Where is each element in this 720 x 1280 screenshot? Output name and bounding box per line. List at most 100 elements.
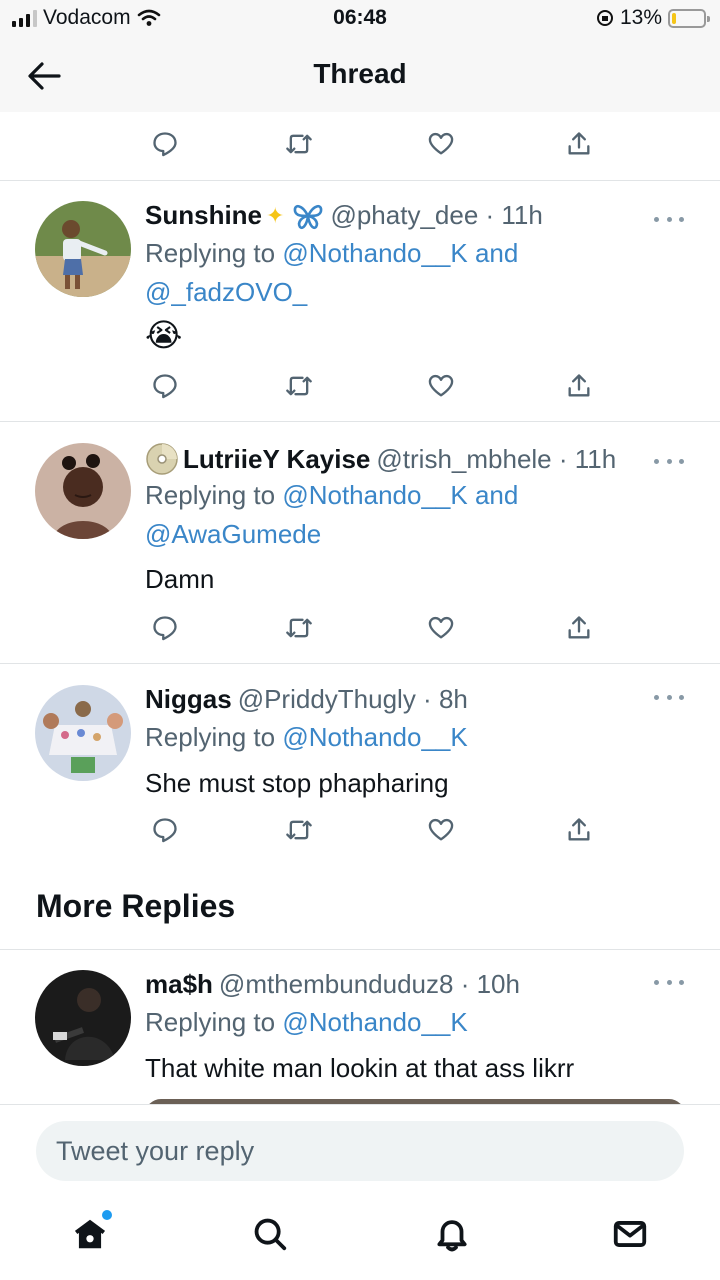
header: Thread [0,40,720,112]
share-icon [568,616,590,639]
retweet-button[interactable] [279,810,319,850]
reply-icon [153,818,177,843]
share-button[interactable] [559,124,599,164]
share-button[interactable] [559,608,599,648]
avatar[interactable] [35,201,131,297]
timestamp: 10h [476,969,520,999]
battery-icon [668,8,710,28]
tweet-actions [145,810,595,850]
tab-home[interactable] [66,1210,114,1258]
notification-dot [102,1210,112,1220]
mention-link[interactable]: @AwaGumede [145,519,321,549]
tab-notifications[interactable] [428,1210,476,1258]
divider [0,180,720,181]
divider [0,421,720,422]
avatar[interactable] [35,970,131,1066]
heart-icon [428,616,454,639]
reply-input[interactable] [36,1121,684,1181]
mention-link[interactable]: @Nothando__K and [282,480,518,510]
timestamp: 11h [574,443,617,474]
retweet-icon [286,376,312,396]
retweet-button[interactable] [279,366,319,406]
reply-icon [153,616,177,641]
display-name[interactable]: Niggas [145,684,232,715]
reply-tweet[interactable]: LutriieY Kayise @trish_mbhele · 11h Repl… [0,442,720,662]
retweet-button[interactable] [279,608,319,648]
more-replies-heading: More Replies [36,888,236,924]
share-button[interactable] [559,810,599,850]
share-icon [568,818,590,841]
search-icon [254,1218,287,1251]
tweet-text: Damn [145,564,215,594]
mention-link[interactable]: @_fadzOVO_ [145,277,307,307]
tweet-actions [145,608,595,648]
reply-button[interactable] [145,608,185,648]
handle: @phaty_dee [330,200,479,230]
timestamp: 8h [438,684,468,714]
handle: @mthembunduduz8 [218,969,454,999]
reply-tweet[interactable]: Sunshine ✦ @phaty_dee · 11h Replying to … [0,200,720,420]
avatar[interactable] [35,685,131,781]
sparkles-icon: ✦ [266,202,285,228]
display-name[interactable]: Sunshine [145,200,262,231]
more-options-button[interactable] [654,972,684,992]
display-name[interactable]: LutriieY Kayise [183,444,370,475]
battery-percent: 13% [619,6,662,29]
replying-to-label: Replying to [145,480,276,510]
reply-button[interactable] [145,366,185,406]
heart-icon [428,132,454,155]
replying-to-label: Replying to [145,1007,276,1037]
page-title: Thread [313,58,407,89]
reply-icon [153,132,177,157]
replying-to-label: Replying to [145,722,276,752]
heart-icon [428,818,454,841]
status-bar: Vodacom 06:48 13% [0,0,720,40]
share-icon [568,132,590,155]
share-icon [568,374,590,397]
reply-button[interactable] [145,810,185,850]
reply-icon [153,374,177,399]
handle: @PriddyThugly [237,684,416,714]
retweet-icon [286,134,312,154]
timestamp: 11h [501,200,543,230]
disc-icon [146,443,178,475]
reply-tweet[interactable]: Niggas @PriddyThugly · 8h Replying to @N… [0,684,720,854]
reply-composer [0,1104,720,1196]
tweet-actions [145,366,595,406]
retweet-icon [286,618,312,638]
like-button[interactable] [421,124,461,164]
butterfly-icon [294,204,323,229]
tweet-text: She must stop phapharing [145,768,449,798]
mention-link[interactable]: @Nothando__K and [282,238,518,268]
retweet-icon [286,820,312,840]
reply-tweet[interactable]: ma$h @mthembunduduz8 · 10h Replying to @… [0,969,720,1104]
bell-icon [437,1220,467,1252]
home-icon [74,1219,106,1249]
replying-to-label: Replying to [145,238,276,268]
like-button[interactable] [421,608,461,648]
divider [0,663,720,664]
battery-info: 13% [596,6,710,30]
rotation-lock-icon [596,10,613,26]
reply-button[interactable] [145,124,185,164]
share-button[interactable] [559,366,599,406]
tweet-actions [145,124,595,164]
retweet-button[interactable] [279,124,319,164]
more-options-button[interactable] [654,687,684,707]
mention-link[interactable]: @Nothando__K [282,722,467,752]
display-name[interactable]: ma$h [145,969,213,1000]
mention-link[interactable]: @Nothando__K [282,1007,467,1037]
avatar[interactable] [35,443,131,539]
tab-search[interactable] [246,1210,294,1258]
tweet-text: 😭 [145,317,183,353]
more-options-button[interactable] [654,451,684,471]
tab-messages[interactable] [606,1210,654,1258]
more-options-button[interactable] [654,209,684,229]
mail-icon [613,1221,647,1247]
handle: @trish_mbhele [376,443,552,474]
heart-icon [428,374,454,397]
like-button[interactable] [421,366,461,406]
divider [0,949,720,950]
like-button[interactable] [421,810,461,850]
tab-bar [0,1196,720,1280]
